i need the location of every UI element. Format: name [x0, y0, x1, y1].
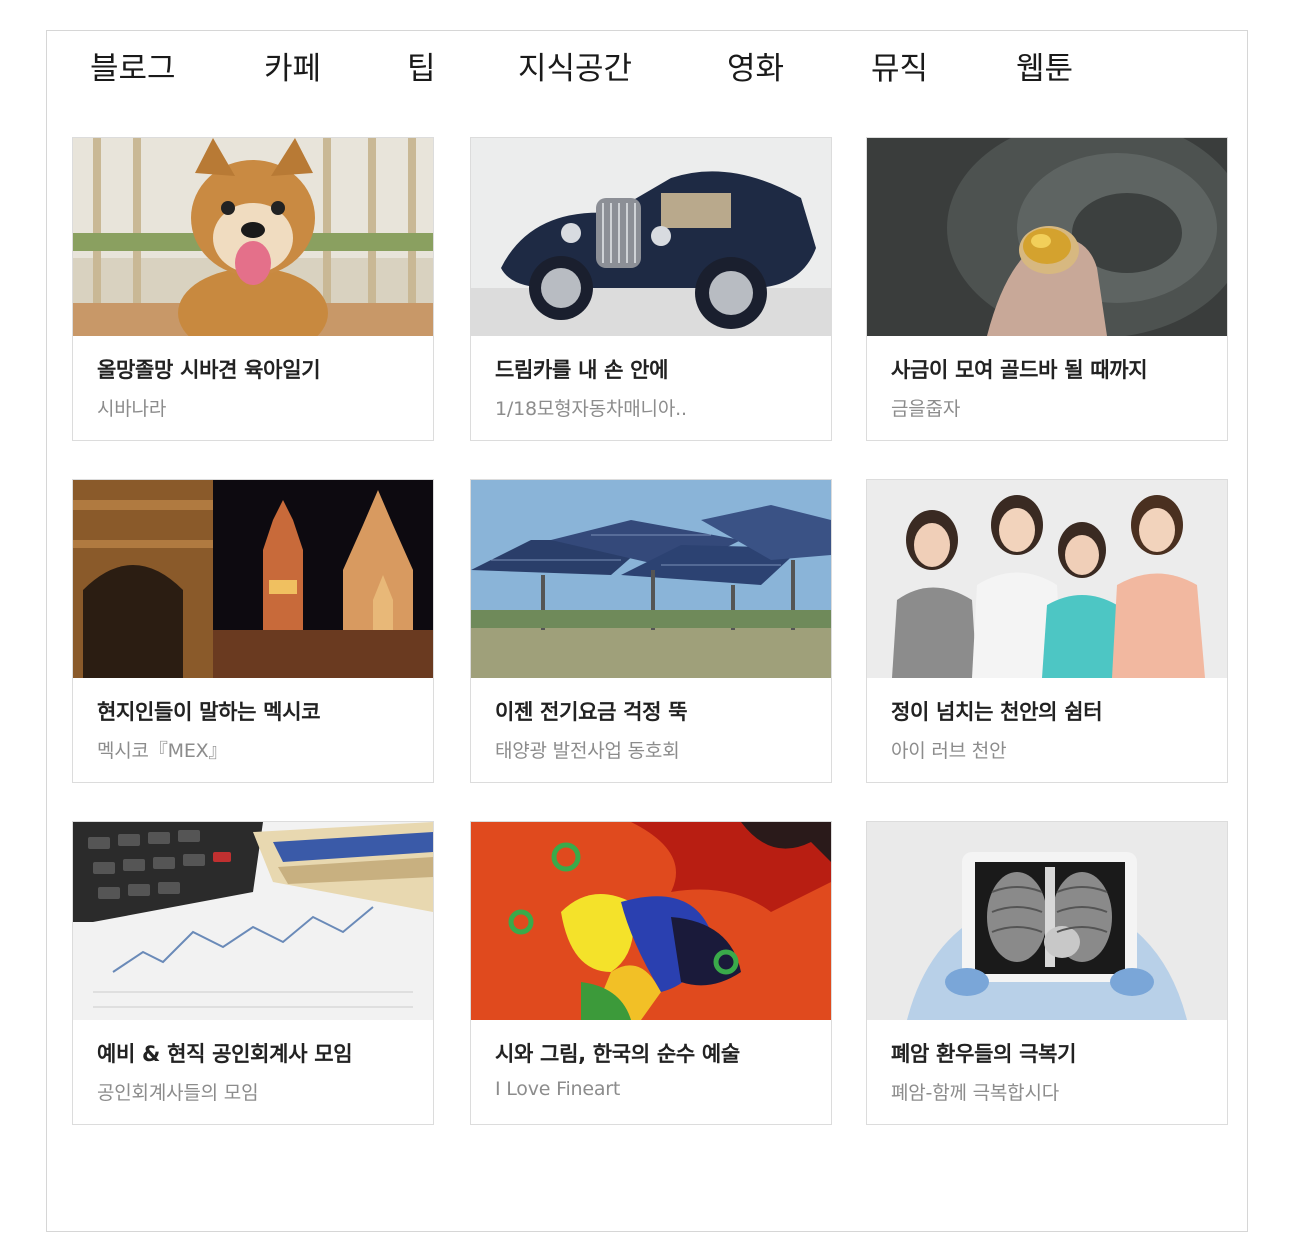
- gold-nugget-photo: [867, 138, 1227, 336]
- card-modelcar[interactable]: 드림카를 내 손 안에 1/18모형자동차매니아..: [470, 137, 832, 441]
- card-subtitle: 아이 러브 천안: [891, 740, 1007, 762]
- mexico-night-church-photo: [73, 480, 433, 678]
- calculator-money-chart-photo: [73, 822, 433, 1020]
- nav-item-cafe[interactable]: 카페: [264, 44, 321, 94]
- card-cheonan[interactable]: 정이 넘치는 천안의 쉼터 아이 러브 천안: [866, 479, 1228, 783]
- card-title: 올망졸망 시바견 육아일기: [97, 358, 321, 382]
- card-subtitle: 시바나라: [97, 398, 167, 420]
- nav-item-blog[interactable]: 블로그: [90, 44, 176, 94]
- nav-item-music[interactable]: 뮤직: [871, 44, 928, 94]
- card-title: 현지인들이 말하는 멕시코: [97, 700, 321, 724]
- abstract-painting-photo: [471, 822, 831, 1020]
- card-subtitle: 멕시코『MEX』: [97, 740, 228, 762]
- card-title: 이젠 전기요금 걱정 뚝: [495, 700, 688, 724]
- card-subtitle: 공인회계사들의 모임: [97, 1082, 259, 1104]
- card-mexico[interactable]: 현지인들이 말하는 멕시코 멕시코『MEX』: [72, 479, 434, 783]
- nav-item-tip[interactable]: 팁: [407, 44, 436, 94]
- card-gold[interactable]: 사금이 모여 골드바 될 때까지 금을줍자: [866, 137, 1228, 441]
- card-title: 드림카를 내 손 안에: [495, 358, 669, 382]
- card-title: 예비 & 현직 공인회계사 모임: [97, 1042, 353, 1066]
- shiba-puppy-photo: [73, 138, 433, 336]
- nav-item-webtoon[interactable]: 웹툰: [1016, 44, 1073, 94]
- card-subtitle: 폐암-함께 극복합시다: [891, 1082, 1060, 1104]
- card-solar[interactable]: 이젠 전기요금 걱정 뚝 태양광 발전사업 동호회: [470, 479, 832, 783]
- card-subtitle: 1/18모형자동차매니아..: [495, 398, 687, 420]
- nav-item-knowledge[interactable]: 지식공간: [518, 44, 632, 94]
- card-accountant[interactable]: 예비 & 현직 공인회계사 모임 공인회계사들의 모임: [72, 821, 434, 1125]
- card-subtitle: I Love Fineart: [495, 1078, 621, 1100]
- nav-item-movie[interactable]: 영화: [727, 44, 784, 94]
- card-title: 시와 그림, 한국의 순수 예술: [495, 1042, 740, 1066]
- card-subtitle: 태양광 발전사업 동호회: [495, 740, 680, 762]
- card-fineart[interactable]: 시와 그림, 한국의 순수 예술 I Love Fineart: [470, 821, 832, 1125]
- card-lungcancer[interactable]: 폐암 환우들의 극복기 폐암-함께 극복합시다: [866, 821, 1228, 1125]
- card-title: 사금이 모여 골드바 될 때까지: [891, 358, 1148, 382]
- four-women-photo: [867, 480, 1227, 678]
- solar-panels-photo: [471, 480, 831, 678]
- card-title: 정이 넘치는 천안의 쉼터: [891, 700, 1103, 724]
- card-title: 폐암 환우들의 극복기: [891, 1042, 1077, 1066]
- card-subtitle: 금을줍자: [891, 398, 961, 420]
- category-nav: 블로그 카페 팁 지식공간 영화 뮤직 웹툰: [0, 44, 1298, 94]
- chest-xray-photo: [867, 822, 1227, 1020]
- card-shiba[interactable]: 올망졸망 시바견 육아일기 시바나라: [72, 137, 434, 441]
- model-car-photo: [471, 138, 831, 336]
